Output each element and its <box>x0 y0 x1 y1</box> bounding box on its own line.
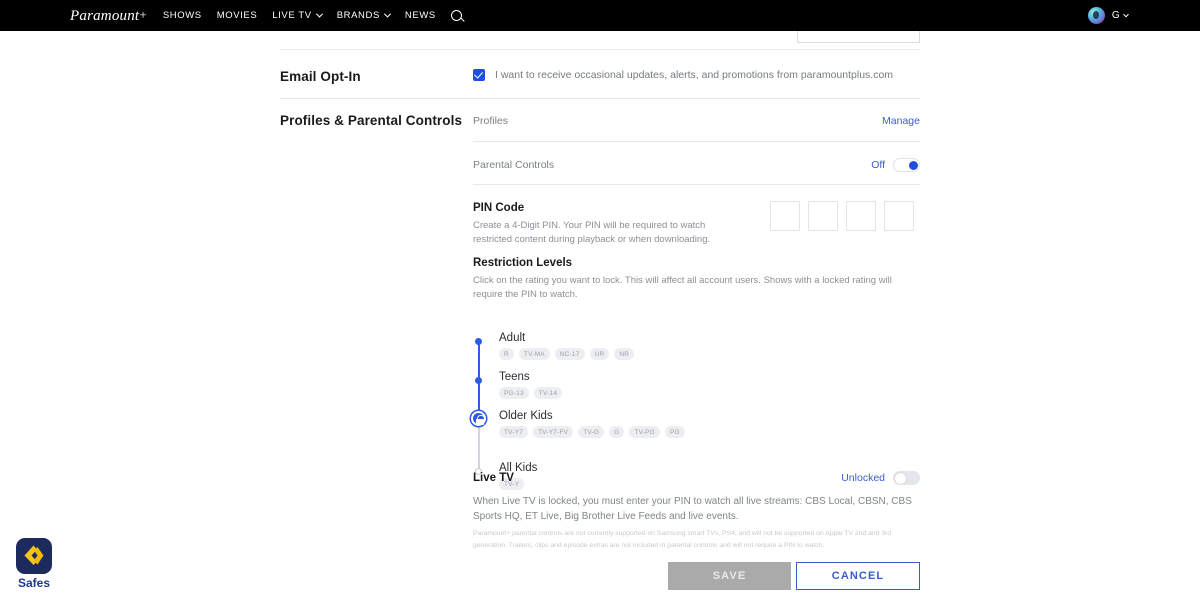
rating-tag[interactable]: TV-14 <box>533 387 563 399</box>
account-menu[interactable]: G <box>1087 0 1129 31</box>
live-tv-row: Live TV Unlocked <box>473 471 920 485</box>
safes-watermark: Safes <box>12 538 56 590</box>
slider-node-adult[interactable] <box>474 338 482 345</box>
rating-tag[interactable]: TV-PG <box>629 426 660 438</box>
nav-item-brands[interactable]: BRANDS <box>336 10 391 21</box>
divider <box>280 98 920 99</box>
rating-tag[interactable]: R <box>499 348 514 360</box>
nav-links: SHOWS MOVIES LIVE TV BRANDS NEWS <box>163 10 462 21</box>
email-optin-label: I want to receive occasional updates, al… <box>495 69 894 81</box>
live-tv-toggle-wrap: Unlocked <box>841 471 920 485</box>
logo-text: Paramount <box>70 7 140 24</box>
live-tv-title: Live TV <box>473 472 514 484</box>
rating-tag[interactable]: PG-13 <box>499 387 529 399</box>
live-tv-toggle-state: Unlocked <box>841 472 885 484</box>
email-optin-row: I want to receive occasional updates, al… <box>473 69 920 81</box>
rating-tag[interactable]: NR <box>614 348 635 360</box>
nav-item-movies-label: MOVIES <box>216 10 258 21</box>
slider-node-older-kids-lock-icon[interactable] <box>470 411 486 426</box>
account-initial-label: G <box>1111 10 1120 21</box>
rating-tag[interactable]: G <box>609 426 625 438</box>
nav-item-shows[interactable]: SHOWS <box>163 10 202 21</box>
toggle-knob <box>894 472 906 484</box>
rating-tag[interactable]: TV-G <box>578 426 605 438</box>
safes-label: Safes <box>17 576 51 590</box>
rating-tag[interactable]: NC-17 <box>554 348 585 360</box>
settings-page: Email Opt-In I want to receive occasiona… <box>0 31 1200 600</box>
rating-tag[interactable]: TV-MA <box>518 348 550 360</box>
nav-item-movies[interactable]: MOVIES <box>217 10 258 21</box>
partial-input-field[interactable] <box>797 31 920 43</box>
pin-digit-2[interactable] <box>808 201 838 231</box>
chevron-down-icon <box>383 10 391 18</box>
nav-item-brands-label: BRANDS <box>336 10 380 21</box>
parental-controls-toggle-state: Off <box>871 159 885 171</box>
email-optin-checkbox[interactable] <box>473 69 485 81</box>
nav-item-shows-label: SHOWS <box>162 10 202 21</box>
rating-tag[interactable]: TV-Y7-FV <box>533 426 574 438</box>
safes-logo-icon <box>16 538 52 574</box>
level-older-kids-tags: TV-Y7 TV-Y7-FV TV-G G TV-PG PG <box>499 426 685 438</box>
logo-plus: + <box>139 6 147 22</box>
rating-tag[interactable]: TV-Y7 <box>499 426 529 438</box>
chevron-down-icon <box>1123 11 1129 17</box>
restriction-slider: Adult R TV-MA NC-17 UR NR Teens PG-13 TV… <box>470 307 773 490</box>
parental-controls-fine-print: Paramount+ parental controls are not cur… <box>473 530 892 549</box>
level-teens-tags: PG-13 TV-14 <box>499 387 563 399</box>
level-teens-label: Teens <box>499 371 530 383</box>
profiles-row: Profiles Manage <box>473 115 920 127</box>
pin-digit-4[interactable] <box>884 201 914 231</box>
nav-item-live-tv-label: LIVE TV <box>272 10 312 21</box>
nav-item-news[interactable]: NEWS <box>405 10 436 21</box>
cancel-button[interactable]: CANCEL <box>796 562 920 590</box>
top-navigation-bar: Paramount+ SHOWS MOVIES LIVE TV BRANDS N… <box>0 0 1200 31</box>
avatar <box>1087 7 1105 24</box>
save-button[interactable]: SAVE <box>668 562 791 590</box>
pin-digit-1[interactable] <box>770 201 800 231</box>
level-teens[interactable]: Teens PG-13 TV-14 <box>499 371 563 399</box>
profiles-label: Profiles <box>473 115 509 127</box>
parental-controls-toggle[interactable] <box>893 158 920 172</box>
paramount-plus-logo[interactable]: Paramount+ <box>70 7 147 25</box>
pin-code-description: Create a 4-Digit PIN. Your PIN will be r… <box>473 220 711 245</box>
nav-item-live-tv[interactable]: LIVE TV <box>272 10 323 21</box>
parental-controls-row: Parental Controls Off <box>473 158 920 172</box>
restriction-levels-block: Restriction Levels Click on the rating y… <box>473 257 920 302</box>
live-tv-description: When Live TV is locked, you must enter y… <box>473 496 912 522</box>
slider-track-inactive <box>478 419 480 471</box>
live-tv-toggle[interactable] <box>893 471 920 485</box>
rating-tag[interactable]: PG <box>664 426 685 438</box>
divider <box>473 141 920 142</box>
level-adult-label: Adult <box>499 332 526 344</box>
pin-input-group <box>770 201 914 231</box>
toggle-knob <box>908 160 918 170</box>
nav-item-news-label: NEWS <box>404 10 436 21</box>
search-icon[interactable] <box>450 10 462 21</box>
level-older-kids-label: Older Kids <box>499 410 553 422</box>
pin-digit-3[interactable] <box>846 201 876 231</box>
safes-chevrons-icon <box>24 545 44 565</box>
restriction-levels-title: Restriction Levels <box>473 257 573 269</box>
chevron-down-icon <box>315 10 323 18</box>
parental-controls-label: Parental Controls <box>473 159 555 171</box>
rating-tag[interactable]: UR <box>589 348 610 360</box>
divider <box>473 184 920 185</box>
parental-controls-toggle-wrap: Off <box>871 158 920 172</box>
manage-profiles-link[interactable]: Manage <box>882 115 920 127</box>
divider <box>280 49 920 50</box>
level-adult[interactable]: Adult R TV-MA NC-17 UR NR <box>499 332 635 360</box>
restriction-levels-description: Click on the rating you want to lock. Th… <box>473 275 892 300</box>
level-adult-tags: R TV-MA NC-17 UR NR <box>499 348 635 360</box>
level-older-kids[interactable]: Older Kids TV-Y7 TV-Y7-FV TV-G G TV-PG P… <box>499 410 685 438</box>
slider-node-teens[interactable] <box>474 377 482 384</box>
